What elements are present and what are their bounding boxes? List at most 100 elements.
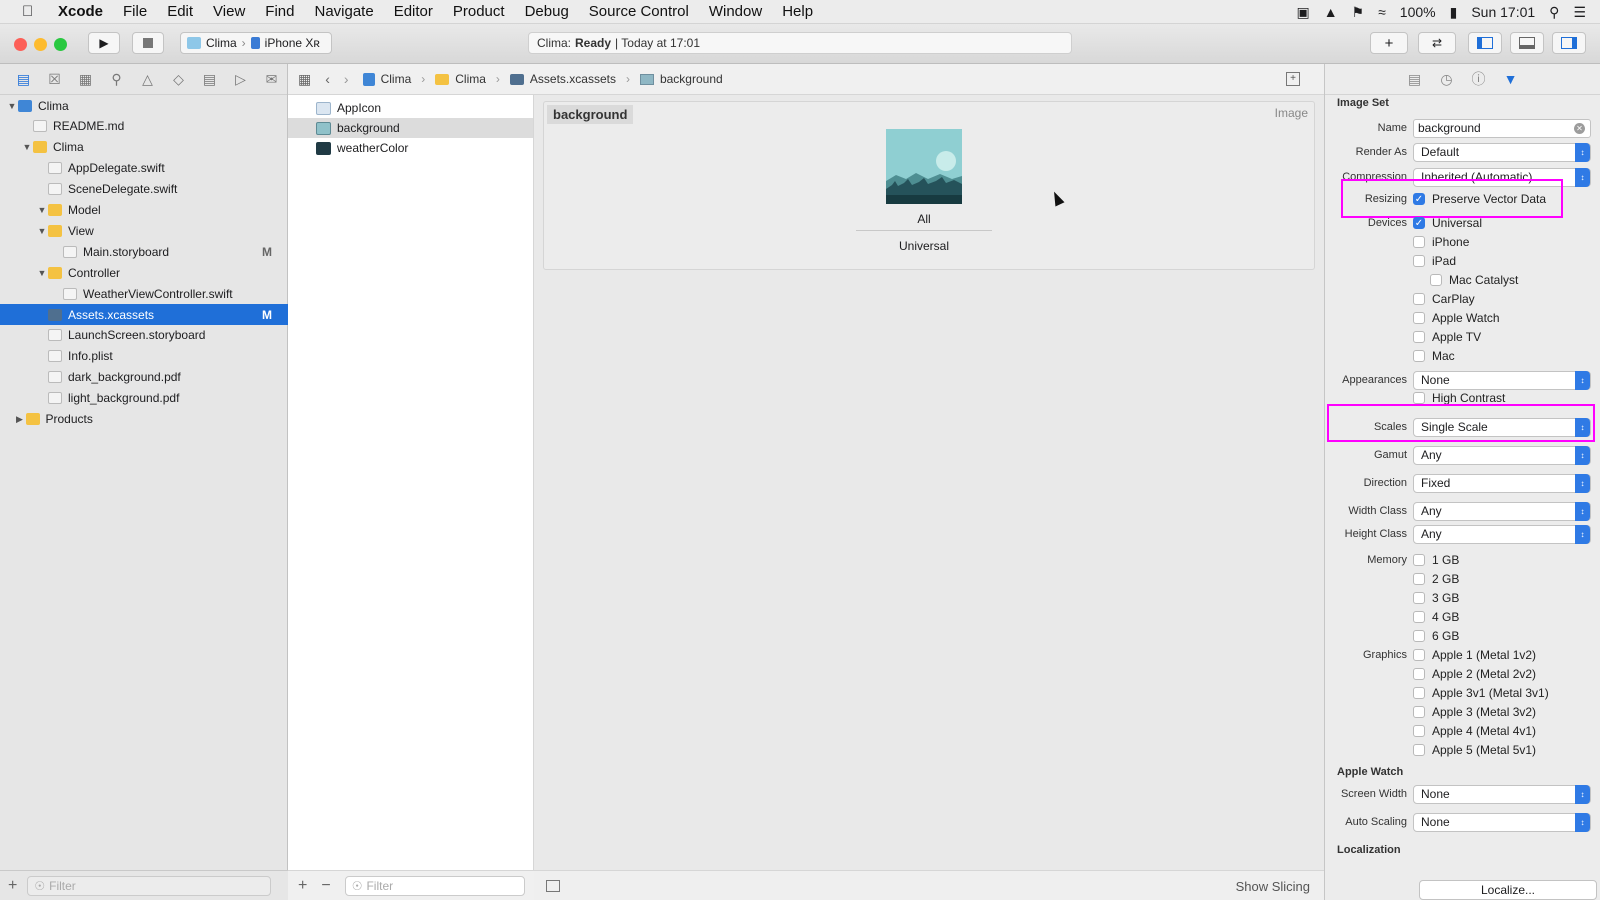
graphics-2-checkbox[interactable] xyxy=(1413,668,1425,680)
tree-row[interactable]: ▼ Model xyxy=(0,200,288,221)
apple-menu-icon[interactable]:  xyxy=(22,3,42,20)
screen-record-icon[interactable]: ▣ xyxy=(1296,4,1309,21)
tree-row[interactable]: SceneDelegate.swift xyxy=(0,179,288,200)
disclosure-open-icon[interactable]: ▼ xyxy=(36,226,48,236)
show-slicing-button[interactable]: Show Slicing xyxy=(1236,879,1310,894)
graphics-4-checkbox[interactable] xyxy=(1413,725,1425,737)
menu-file[interactable]: File xyxy=(123,3,147,20)
memory-1gb-checkbox[interactable] xyxy=(1413,554,1425,566)
battery-icon[interactable]: ▮ xyxy=(1450,4,1458,21)
tree-row[interactable]: Assets.xcassets M xyxy=(0,304,288,325)
remove-asset-icon[interactable]: − xyxy=(321,877,330,895)
memory-3gb-checkbox[interactable] xyxy=(1413,592,1425,604)
crumb-image-set[interactable]: background xyxy=(660,72,723,86)
iphone-checkbox[interactable] xyxy=(1413,236,1425,248)
slicing-icon[interactable] xyxy=(546,879,560,892)
tree-row[interactable]: Main.storyboard M xyxy=(0,241,288,262)
tree-row[interactable]: ▼ View xyxy=(0,220,288,241)
render-as-popup[interactable]: Default ↕ xyxy=(1413,142,1591,162)
code-review-button[interactable]: ⇄ xyxy=(1418,32,1456,54)
appearances-popup[interactable]: None ↕ xyxy=(1413,370,1591,390)
library-button[interactable]: + xyxy=(1370,32,1408,54)
wifi-icon[interactable]: ≈ xyxy=(1378,4,1386,20)
crumb-assets[interactable]: Assets.xcassets xyxy=(530,72,616,86)
report-icon[interactable]: ✉ xyxy=(256,71,287,88)
spotlight-icon[interactable]: ⚲ xyxy=(1549,4,1559,21)
scheme-selector[interactable]: Clima › iPhone Xʀ xyxy=(180,32,332,54)
notification-center-icon[interactable]: ☰ xyxy=(1573,4,1586,21)
disclosure-closed-icon[interactable]: ▶ xyxy=(14,414,26,425)
menu-debug[interactable]: Debug xyxy=(525,3,569,20)
help-icon[interactable]: ⓘ xyxy=(1463,69,1495,89)
menu-navigate[interactable]: Navigate xyxy=(314,3,373,20)
tree-row[interactable]: light_background.pdf xyxy=(0,388,288,409)
screen-width-popup[interactable]: None ↕ xyxy=(1413,784,1591,804)
graphics-3v1-checkbox[interactable] xyxy=(1413,687,1425,699)
menu-product[interactable]: Product xyxy=(453,3,505,20)
asset-row-appicon[interactable]: AppIcon xyxy=(288,98,533,118)
flag-icon[interactable]: ⚑ xyxy=(1352,4,1365,21)
menu-window[interactable]: Window xyxy=(709,3,762,20)
attributes-icon[interactable]: ▼ xyxy=(1495,71,1527,87)
close-window-button[interactable] xyxy=(14,38,27,51)
forward-icon[interactable]: › xyxy=(344,71,349,87)
disclosure-open-icon[interactable]: ▼ xyxy=(21,142,33,152)
disclosure-open-icon[interactable]: ▼ xyxy=(6,101,18,111)
mac-checkbox[interactable] xyxy=(1413,350,1425,362)
name-field[interactable]: background ✕ xyxy=(1413,118,1591,138)
tree-row[interactable]: ▼ Clima xyxy=(0,137,288,158)
minimize-window-button[interactable] xyxy=(34,38,47,51)
add-file-icon[interactable]: + xyxy=(8,877,17,895)
tree-row[interactable]: README.md xyxy=(0,116,288,137)
symbol-icon[interactable]: ▦ xyxy=(70,71,101,88)
warning-icon[interactable]: △ xyxy=(132,71,163,88)
crumb-project[interactable]: Clima xyxy=(381,72,412,86)
source-control-icon[interactable]: ☒ xyxy=(39,71,70,88)
menu-find[interactable]: Find xyxy=(265,3,294,20)
back-icon[interactable]: ‹ xyxy=(325,71,330,87)
crumb-group[interactable]: Clima xyxy=(455,72,486,86)
auto-scaling-popup[interactable]: None ↕ xyxy=(1413,812,1591,832)
menu-edit[interactable]: Edit xyxy=(167,3,193,20)
toggle-navigator-button[interactable] xyxy=(1468,32,1502,54)
clock[interactable]: Sun 17:01 xyxy=(1471,4,1535,20)
folder-icon[interactable]: ▤ xyxy=(8,71,39,88)
memory-4gb-checkbox[interactable] xyxy=(1413,611,1425,623)
menu-editor[interactable]: Editor xyxy=(394,3,433,20)
asset-row-background[interactable]: background xyxy=(288,118,533,138)
search-icon[interactable]: ⚲ xyxy=(101,71,132,88)
file-inspector-icon[interactable]: ▤ xyxy=(1399,71,1431,88)
tree-row[interactable]: ▼ Clima xyxy=(0,95,288,116)
menu-help[interactable]: Help xyxy=(782,3,813,20)
zoom-window-button[interactable] xyxy=(54,38,67,51)
apple-watch-checkbox[interactable] xyxy=(1413,312,1425,324)
add-asset-icon[interactable]: + xyxy=(298,877,307,895)
graphics-3-checkbox[interactable] xyxy=(1413,706,1425,718)
test-icon[interactable]: ◇ xyxy=(163,71,194,88)
tree-row[interactable]: AppDelegate.swift xyxy=(0,158,288,179)
universal-checkbox[interactable]: ✓ xyxy=(1413,217,1425,229)
height-class-popup[interactable]: Any ↕ xyxy=(1413,524,1591,544)
tree-row[interactable]: Info.plist xyxy=(0,346,288,367)
add-editor-icon[interactable]: + xyxy=(1286,72,1300,86)
menu-xcode[interactable]: Xcode xyxy=(58,3,103,20)
gamut-popup[interactable]: Any ↕ xyxy=(1413,445,1591,465)
breakpoint-icon[interactable]: ▷ xyxy=(225,71,256,88)
tree-row[interactable]: LaunchScreen.storyboard xyxy=(0,325,288,346)
stop-button[interactable] xyxy=(132,32,164,54)
graphics-1-checkbox[interactable] xyxy=(1413,649,1425,661)
notification-icon[interactable]: ▲ xyxy=(1324,4,1338,20)
debug-icon[interactable]: ▤ xyxy=(194,71,225,88)
carplay-checkbox[interactable] xyxy=(1413,293,1425,305)
ipad-checkbox[interactable] xyxy=(1413,255,1425,267)
toggle-debug-area-button[interactable] xyxy=(1510,32,1544,54)
run-button[interactable]: ▶ xyxy=(88,32,120,54)
mac-catalyst-checkbox[interactable] xyxy=(1430,274,1442,286)
tree-row[interactable]: ▼ Controller xyxy=(0,262,288,283)
tree-row[interactable]: ▶ Products xyxy=(0,409,288,430)
disclosure-open-icon[interactable]: ▼ xyxy=(36,268,48,278)
disclosure-open-icon[interactable]: ▼ xyxy=(36,205,48,215)
memory-2gb-checkbox[interactable] xyxy=(1413,573,1425,585)
asset-filter[interactable]: ☉ Filter xyxy=(344,875,525,896)
clear-icon[interactable]: ✕ xyxy=(1574,122,1585,134)
